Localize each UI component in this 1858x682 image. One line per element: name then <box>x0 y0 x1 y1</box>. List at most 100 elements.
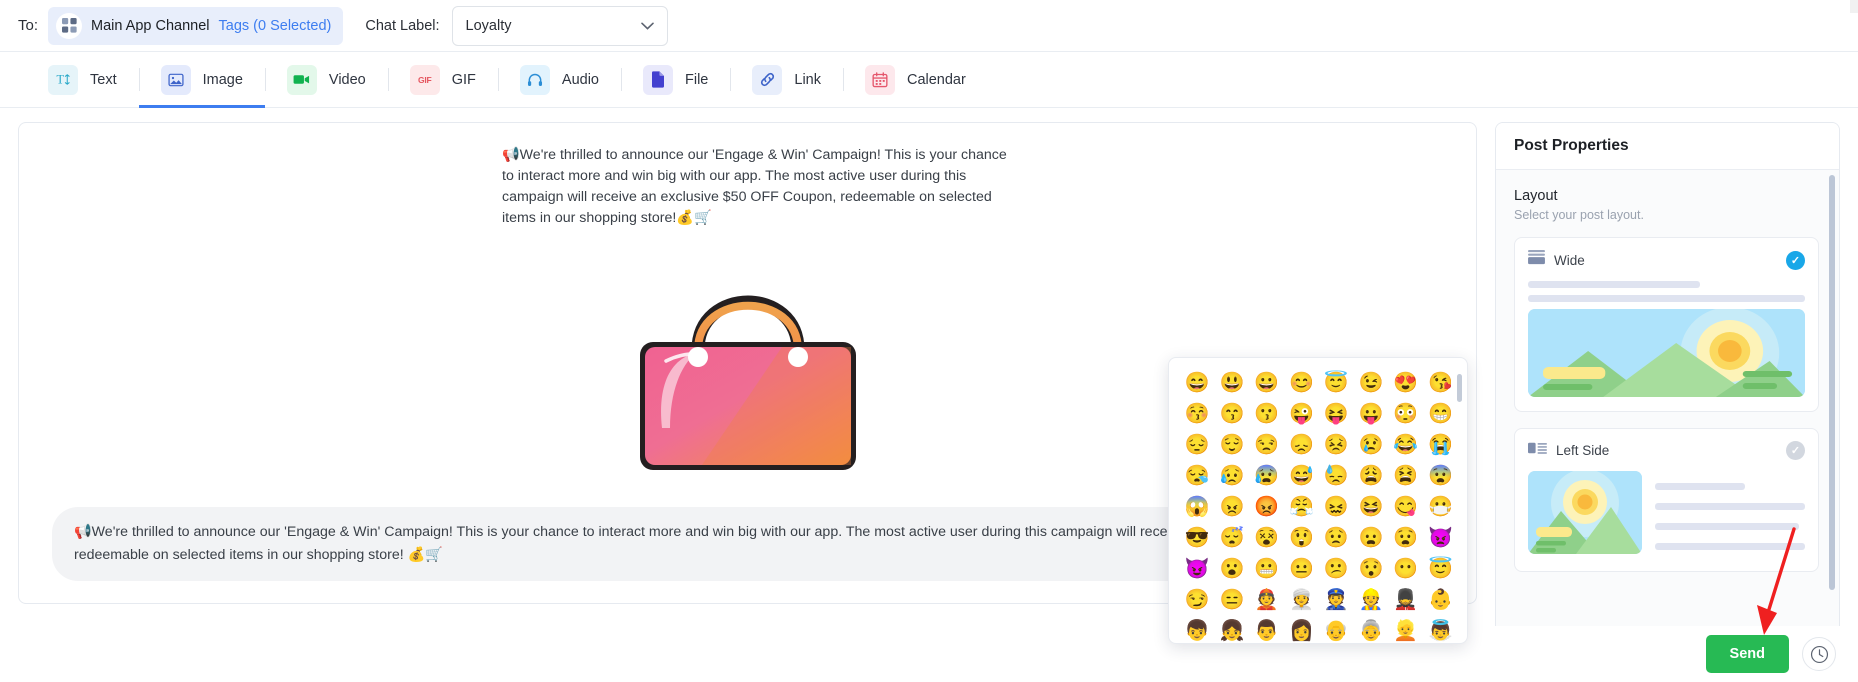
layout-option-leftside[interactable]: Left Side ✓ <box>1514 428 1819 572</box>
window-scrollbar[interactable] <box>1850 0 1858 13</box>
emoji-cell[interactable]: 👴 <box>1320 618 1353 643</box>
tab-image[interactable]: Image <box>138 52 266 108</box>
emoji-cell[interactable]: 😂 <box>1390 432 1423 458</box>
emoji-cell[interactable]: 😀 <box>1251 370 1284 396</box>
emoji-cell[interactable]: 👲 <box>1251 587 1284 613</box>
emoji-cell[interactable]: 😄 <box>1181 370 1214 396</box>
emoji-cell[interactable]: 😦 <box>1355 525 1388 551</box>
properties-panel-scrollbar[interactable] <box>1829 175 1835 590</box>
emoji-cell[interactable]: 😮 <box>1216 556 1249 582</box>
emoji-cell[interactable]: 😞 <box>1285 432 1318 458</box>
emoji-cell[interactable]: 😅 <box>1285 463 1318 489</box>
tab-video[interactable]: Video <box>264 52 388 107</box>
emoji-cell[interactable]: 😚 <box>1181 401 1214 427</box>
emoji-cell[interactable]: 😇 <box>1320 370 1353 396</box>
emoji-cell[interactable]: 😛 <box>1355 401 1388 427</box>
emoji-cell[interactable]: 😠 <box>1216 494 1249 520</box>
emoji-cell[interactable]: 😗 <box>1251 401 1284 427</box>
pink-handbag-image[interactable] <box>632 258 864 481</box>
emoji-cell[interactable]: 😌 <box>1216 432 1249 458</box>
emoji-cell[interactable]: 😡 <box>1251 494 1284 520</box>
emoji-cell[interactable]: 😐 <box>1285 556 1318 582</box>
emoji-cell[interactable]: 👶 <box>1424 587 1457 613</box>
emoji-cell[interactable]: 😫 <box>1390 463 1423 489</box>
emoji-picker-popup[interactable]: 😄 😃 😀 😊 😇 😉 😍 😘 😚 😙 😗 😜 😝 😛 😳 😁 😔 😌 😒 😞 😣 😢 😂 😭 😪 😥 😰 😅 😓 😩 😫 😨 😱 😠 😡 😤 😖 😆 😋 😷… <box>1168 357 1468 644</box>
emoji-cell[interactable]: 👱 <box>1390 618 1423 643</box>
text-format-icon: T <box>48 64 78 95</box>
emoji-cell[interactable]: 😟 <box>1320 525 1353 551</box>
emoji-cell[interactable]: 😲 <box>1285 525 1318 551</box>
emoji-cell[interactable]: 😝 <box>1320 401 1353 427</box>
emoji-cell[interactable]: 👦 <box>1181 618 1214 643</box>
emoji-cell[interactable]: 😕 <box>1320 556 1353 582</box>
emoji-cell[interactable]: 😎 <box>1181 525 1214 551</box>
composer-body: 📢We're thrilled to announce our 'Engage … <box>0 108 1858 682</box>
tab-audio[interactable]: Audio <box>497 52 621 107</box>
emoji-cell[interactable]: 😨 <box>1424 463 1457 489</box>
emoji-cell[interactable]: 😴 <box>1216 525 1249 551</box>
emoji-cell[interactable]: 😙 <box>1216 401 1249 427</box>
emoji-cell[interactable]: 👩 <box>1285 618 1318 643</box>
emoji-cell[interactable]: 😓 <box>1320 463 1353 489</box>
chat-label-select[interactable]: Loyalty <box>451 5 668 46</box>
emoji-cell[interactable]: 👧 <box>1216 618 1249 643</box>
emoji-cell[interactable]: 👼 <box>1424 618 1457 643</box>
emoji-cell[interactable]: 😋 <box>1390 494 1423 520</box>
tab-gif[interactable]: GIF GIF <box>387 52 498 107</box>
emoji-cell[interactable]: 😪 <box>1181 463 1214 489</box>
tab-calendar[interactable]: Calendar <box>842 52 988 107</box>
emoji-cell[interactable]: 👨 <box>1251 618 1284 643</box>
layout-option-wide[interactable]: Wide ✓ <box>1514 237 1819 412</box>
emoji-cell[interactable]: 💂 <box>1390 587 1423 613</box>
emoji-cell[interactable]: 😣 <box>1320 432 1353 458</box>
emoji-cell[interactable]: 👮 <box>1320 587 1353 613</box>
layout-option-label: Left Side <box>1556 443 1610 458</box>
emoji-cell[interactable]: 😥 <box>1216 463 1249 489</box>
emoji-picker-scrollbar[interactable] <box>1457 374 1462 402</box>
tab-text[interactable]: T Text <box>26 52 139 107</box>
emoji-cell[interactable]: 😊 <box>1285 370 1318 396</box>
emoji-cell[interactable]: 😰 <box>1251 463 1284 489</box>
emoji-cell[interactable]: 😱 <box>1181 494 1214 520</box>
emoji-cell[interactable]: 😁 <box>1424 401 1457 427</box>
emoji-cell[interactable]: 😖 <box>1320 494 1353 520</box>
emoji-cell[interactable]: 😘 <box>1424 370 1457 396</box>
emoji-cell[interactable]: 😍 <box>1390 370 1423 396</box>
clock-icon[interactable] <box>1802 637 1836 671</box>
emoji-cell[interactable]: 😯 <box>1355 556 1388 582</box>
emoji-cell[interactable]: 😉 <box>1355 370 1388 396</box>
headphones-icon <box>519 64 550 95</box>
emoji-cell[interactable]: 👵 <box>1355 618 1388 643</box>
emoji-cell[interactable]: 😳 <box>1390 401 1423 427</box>
emoji-cell[interactable]: 😒 <box>1251 432 1284 458</box>
emoji-cell[interactable]: 😆 <box>1355 494 1388 520</box>
tab-label: Audio <box>561 71 599 88</box>
emoji-cell[interactable]: 😤 <box>1285 494 1318 520</box>
emoji-cell[interactable]: 👿 <box>1424 525 1457 551</box>
emoji-cell[interactable]: 😷 <box>1424 494 1457 520</box>
send-button[interactable]: Send <box>1705 635 1789 673</box>
recipient-chip[interactable]: Main App Channel Tags (0 Selected) <box>48 6 344 45</box>
emoji-cell[interactable]: 😬 <box>1251 556 1284 582</box>
emoji-cell[interactable]: 👳 <box>1285 587 1318 613</box>
post-properties-title: Post Properties <box>1496 123 1839 170</box>
emoji-cell[interactable]: 😑 <box>1216 587 1249 613</box>
tab-file[interactable]: File <box>621 52 730 107</box>
emoji-cell[interactable]: 😔 <box>1181 432 1214 458</box>
emoji-grid[interactable]: 😄 😃 😀 😊 😇 😉 😍 😘 😚 😙 😗 😜 😝 😛 😳 😁 😔 😌 😒 😞 😣 😢 😂 😭 😪 😥 😰 😅 😓 😩 😫 😨 😱 😠 😡 😤 😖 😆 😋 😷… <box>1181 370 1457 643</box>
emoji-cell[interactable]: 😶 <box>1390 556 1423 582</box>
emoji-cell[interactable]: 😵 <box>1251 525 1284 551</box>
emoji-cell[interactable]: 😩 <box>1355 463 1388 489</box>
emoji-cell[interactable]: 😈 <box>1181 556 1214 582</box>
emoji-cell[interactable]: 😧 <box>1390 525 1423 551</box>
emoji-cell[interactable]: 😜 <box>1285 401 1318 427</box>
tab-link[interactable]: Link <box>730 52 843 107</box>
emoji-cell[interactable]: 😇 <box>1424 556 1457 582</box>
emoji-cell[interactable]: 😭 <box>1424 432 1457 458</box>
emoji-cell[interactable]: 😏 <box>1181 587 1214 613</box>
emoji-cell[interactable]: 😢 <box>1355 432 1388 458</box>
link-chain-icon <box>752 64 783 95</box>
tags-link[interactable]: Tags (0 Selected) <box>219 18 332 34</box>
emoji-cell[interactable]: 😃 <box>1216 370 1249 396</box>
emoji-cell[interactable]: 👷 <box>1355 587 1388 613</box>
